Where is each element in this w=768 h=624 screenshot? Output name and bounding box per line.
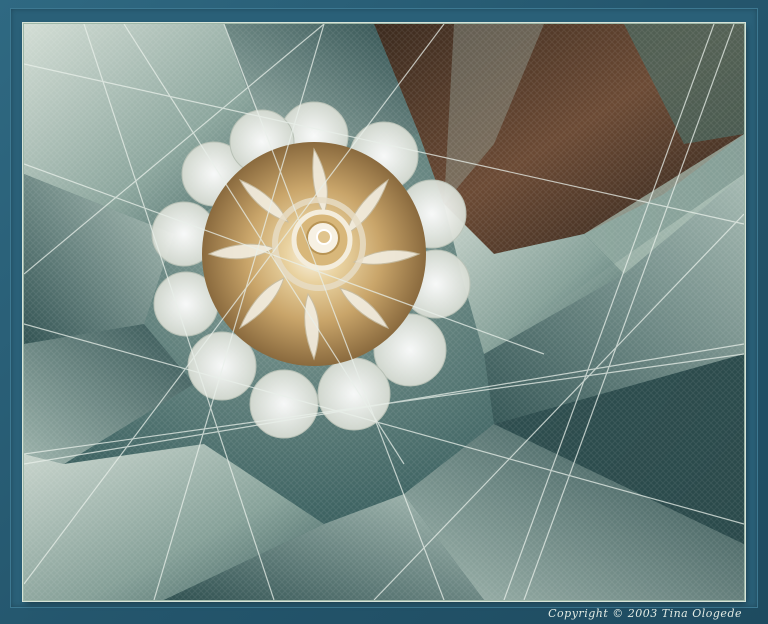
outer-frame: Copyright © 2003 Tina Ologede: [0, 0, 768, 624]
fractal-artwork: [24, 24, 744, 600]
copyright-caption: Copyright © 2003 Tina Ologede: [548, 607, 742, 620]
fractal-illustration: [24, 24, 744, 600]
